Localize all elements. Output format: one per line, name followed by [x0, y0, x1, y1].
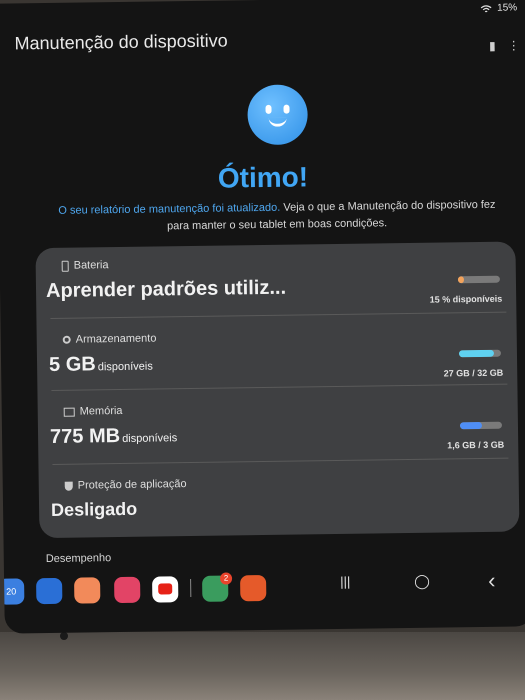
page-title: Manutenção do dispositivo [14, 30, 228, 54]
memory-label: Memória [63, 405, 123, 418]
screen: 15% Manutenção do dispositivo ▮ ⋮ Ótimo!… [0, 0, 525, 634]
battery-label: Bateria [61, 259, 109, 272]
status-headline: Ótimo! [217, 161, 309, 194]
storage-value: 5 GB disponíveis [48, 353, 153, 376]
battery-icon [61, 260, 69, 272]
messages-icon[interactable] [36, 577, 63, 605]
battery-row[interactable]: Bateria Aprender padrões utiliz... 15 % … [36, 253, 517, 318]
battery-detail: 15 % disponíveis [429, 293, 503, 305]
memory-value: 775 MB disponíveis [49, 425, 178, 448]
camera-icon[interactable] [114, 576, 141, 604]
front-camera [60, 632, 68, 640]
battery-bar [457, 275, 500, 284]
battery-bar-fill [457, 276, 465, 284]
recents-button[interactable]: ||| [340, 574, 350, 589]
app-protection-value: Desligado [50, 498, 138, 520]
storage-row[interactable]: Armazenamento 5 GB disponíveis 27 GB / 32… [37, 327, 518, 392]
games-icon[interactable] [240, 574, 267, 602]
status-description: O seu relatório de manutenção foi atuali… [57, 197, 497, 237]
top-actions: ▮ ⋮ [489, 38, 520, 52]
youtube-icon[interactable] [152, 576, 179, 603]
app-protection-label: Proteção de aplicação [64, 478, 187, 492]
app-protection-row[interactable]: Proteção de aplicação Desligado [39, 473, 520, 530]
memory-chip-icon [63, 407, 75, 417]
storage-icon [62, 335, 71, 344]
storage-detail: 27 GB / 32 GB [443, 367, 504, 379]
maintenance-card: Bateria Aprender padrões utiliz... 15 % … [35, 241, 520, 539]
smiley-icon [247, 84, 309, 146]
performance-section-label: Desempenho [45, 552, 112, 566]
back-button[interactable]: ‹ [488, 568, 496, 594]
memory-bar-fill [459, 421, 483, 430]
report-updated-link[interactable]: O seu relatório de manutenção foi atuali… [58, 202, 280, 217]
more-options-icon[interactable]: ⋮ [508, 38, 520, 52]
memory-detail: 1,6 GB / 3 GB [447, 439, 505, 451]
storage-bar [458, 349, 502, 358]
play-store-badge: 2 [219, 572, 233, 585]
battery-value: Aprender padrões utiliz... [45, 276, 287, 303]
storage-bar-fill [458, 349, 495, 358]
calendar-icon[interactable]: 20 [0, 578, 25, 605]
contacts-icon[interactable] [74, 577, 101, 604]
dock-separator [190, 579, 192, 598]
status-bar: 15% [480, 2, 517, 14]
memory-row[interactable]: Memória 775 MB disponíveis 1,6 GB / 3 GB [38, 399, 519, 464]
signal-bars-icon[interactable]: ▮ [489, 39, 496, 53]
home-button[interactable]: ◯ [414, 573, 430, 590]
battery-percent: 15% [497, 2, 518, 14]
taskbar: 20 2 ||| ◯ ‹ [0, 568, 525, 612]
memory-bar [459, 421, 503, 430]
storage-label: Armazenamento [62, 332, 157, 346]
tablet-bezel [0, 632, 525, 700]
wifi-icon [480, 4, 492, 12]
shield-icon [64, 481, 73, 491]
